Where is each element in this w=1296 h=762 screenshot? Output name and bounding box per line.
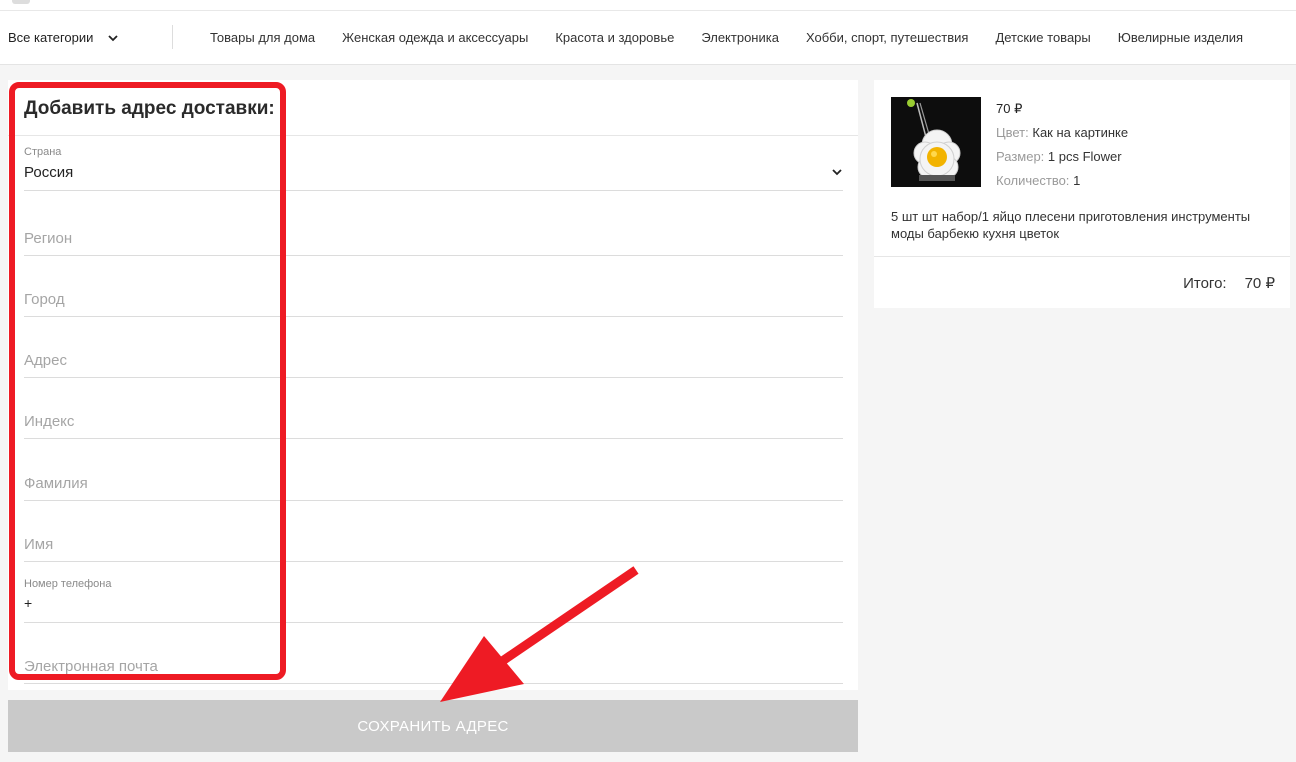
- category-link-electronics[interactable]: Электроника: [701, 30, 779, 45]
- chevron-down-icon: [108, 34, 119, 41]
- region-placeholder: Регион: [24, 230, 73, 247]
- phone-field[interactable]: Номер телефона +: [24, 578, 843, 623]
- chevron-down-icon: [832, 169, 842, 176]
- email-placeholder: Электронная почта: [24, 658, 158, 675]
- category-link-kids[interactable]: Детские товары: [995, 30, 1090, 45]
- product-thumbnail[interactable]: [891, 97, 981, 187]
- category-link-beauty[interactable]: Красота и здоровье: [555, 30, 674, 45]
- city-field[interactable]: Город: [24, 256, 843, 317]
- category-link-home[interactable]: Товары для дома: [210, 30, 315, 45]
- qty-label: Количество:: [996, 173, 1070, 188]
- city-placeholder: Город: [24, 291, 65, 308]
- country-label: Страна: [24, 146, 62, 158]
- all-categories-label: Все категории: [8, 30, 94, 45]
- firstname-placeholder: Имя: [24, 536, 54, 553]
- product-description[interactable]: 5 шт шт набор/1 яйцо плесени приготовлен…: [891, 208, 1271, 242]
- category-link-women[interactable]: Женская одежда и аксессуары: [342, 30, 528, 45]
- category-link-jewelry[interactable]: Ювелирные изделия: [1118, 30, 1243, 45]
- phone-label: Номер телефона: [24, 578, 112, 590]
- order-total: Итого: 70 ₽: [1183, 274, 1275, 292]
- index-placeholder: Индекс: [24, 413, 75, 430]
- product-size-row: Размер: 1 pcs Flower: [996, 145, 1128, 169]
- top-strip-nub: [12, 0, 30, 4]
- qty-value: 1: [1073, 173, 1081, 188]
- phone-value: +: [24, 595, 33, 611]
- category-links: Товары для дома Женская одежда и аксессу…: [210, 11, 1270, 64]
- total-label: Итого:: [1183, 275, 1227, 292]
- product-color-row: Цвет: Как на картинке: [996, 121, 1128, 145]
- summary-divider: [874, 256, 1290, 257]
- address-form-card: Добавить адрес доставки: Страна Россия Р…: [8, 80, 858, 690]
- address-field[interactable]: Адрес: [24, 317, 843, 378]
- firstname-field[interactable]: Имя: [24, 501, 843, 562]
- form-title: Добавить адрес доставки:: [24, 98, 275, 119]
- title-divider: [8, 135, 858, 136]
- color-label: Цвет:: [996, 125, 1029, 140]
- total-value: 70 ₽: [1244, 275, 1275, 292]
- product-price: 70 ₽: [996, 101, 1023, 116]
- size-value: 1 pcs Flower: [1047, 149, 1122, 164]
- product-info: 70 ₽ Цвет: Как на картинке Размер: 1 pcs…: [996, 97, 1128, 193]
- category-bar: Все категории Товары для дома Женская од…: [0, 11, 1296, 65]
- save-address-label: СОХРАНИТЬ АДРЕС: [357, 717, 509, 735]
- size-label: Размер:: [996, 149, 1045, 164]
- all-categories-dropdown[interactable]: Все категории: [8, 11, 119, 64]
- region-field[interactable]: Регион: [24, 191, 843, 256]
- country-select[interactable]: Страна Россия: [24, 146, 843, 191]
- color-value: Как на картинке: [1032, 125, 1129, 140]
- product-qty-row: Количество: 1: [996, 169, 1128, 193]
- save-address-button[interactable]: СОХРАНИТЬ АДРЕС: [8, 700, 858, 752]
- fried-egg-mold-image: [891, 97, 981, 187]
- address-placeholder: Адрес: [24, 352, 67, 369]
- lastname-placeholder: Фамилия: [24, 475, 88, 492]
- country-value: Россия: [24, 164, 74, 181]
- order-summary-card: 70 ₽ Цвет: Как на картинке Размер: 1 pcs…: [874, 80, 1290, 308]
- top-strip: [0, 0, 1296, 11]
- category-divider: [172, 25, 173, 49]
- email-field[interactable]: Электронная почта: [24, 623, 843, 684]
- category-link-hobby[interactable]: Хобби, спорт, путешествия: [806, 30, 968, 45]
- lastname-field[interactable]: Фамилия: [24, 439, 843, 501]
- index-field[interactable]: Индекс: [24, 378, 843, 439]
